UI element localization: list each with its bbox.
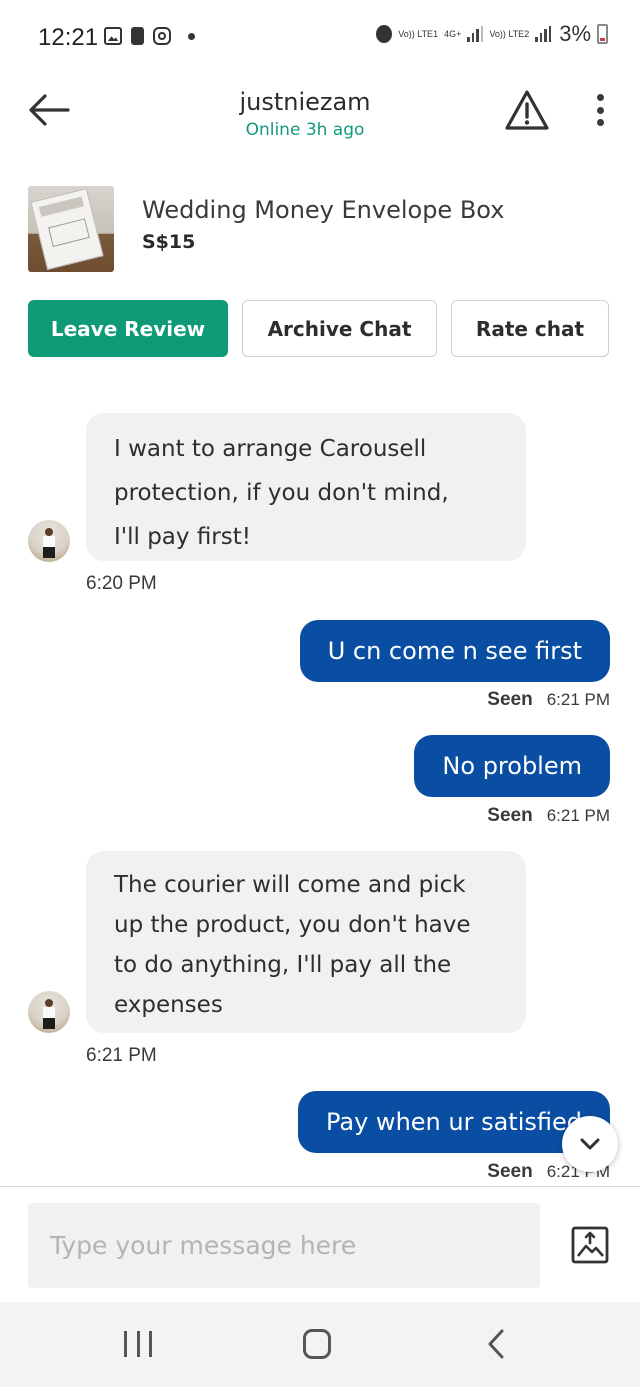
gallery-icon [104,27,122,45]
message-time: 6:21 PM [86,1045,157,1066]
battery-level: 3% [559,21,591,46]
chevron-down-icon [580,1138,600,1150]
signal-icon [535,26,552,42]
sim1-label: Vo)) LTE1 [398,28,439,39]
report-button[interactable] [504,88,550,132]
message-composer [0,1186,640,1302]
avatar[interactable] [28,520,70,562]
incoming-message[interactable]: The courier will come and pick up the pr… [86,851,526,1033]
signal-icon [467,26,484,42]
product-name: Wedding Money Envelope Box [142,196,505,224]
product-card[interactable]: Wedding Money Envelope Box S$15 [28,186,618,274]
message-line: protection, if you don't mind, [114,480,449,506]
seen-label: Seen [487,689,533,710]
incoming-message[interactable]: I want to arrange Carousell protection, … [86,413,526,561]
read-receipt: Seen 6:21 PM [487,689,610,711]
status-time: 12:21 [38,24,99,51]
alarm-icon [376,25,393,43]
seen-label: Seen [487,805,533,826]
chat-header: justniezam Online 3h ago [0,80,640,144]
instagram-icon [153,27,171,45]
product-price: S$15 [142,231,196,253]
product-image[interactable] [28,186,114,272]
system-back-button[interactable] [484,1328,508,1360]
sim2-label: Vo)) LTE2 [489,28,530,39]
avatar[interactable] [28,991,70,1033]
image-upload-icon [571,1226,609,1264]
sim-card-icon [131,27,144,45]
rate-chat-button[interactable]: Rate chat [451,300,609,357]
message-time: 6:20 PM [86,573,157,594]
battery-icon [597,24,608,44]
system-icons: Vo)) LTE1 4G+ Vo)) LTE2 3% [376,21,608,46]
seen-label: Seen [487,1161,533,1182]
more-vertical-icon [596,94,604,101]
warning-triangle-icon [505,90,549,130]
chevron-left-icon [488,1329,504,1359]
more-notifications-icon [188,32,195,40]
scroll-to-bottom-button[interactable] [562,1116,618,1172]
message-line: to do anything, I'll pay all the [114,952,452,978]
message-input[interactable] [28,1203,540,1288]
message-line: expenses [114,992,223,1018]
outgoing-message[interactable]: U cn come n see first [299,620,610,682]
read-receipt: Seen 6:21 PM [487,805,610,827]
home-button[interactable] [303,1329,331,1359]
message-line: I want to arrange Carousell [114,436,427,462]
more-options-button[interactable] [588,92,612,128]
system-navigation-bar [0,1302,640,1387]
message-line: up the product, you don't have [114,912,471,938]
message-list[interactable]: I want to arrange Carousell protection, … [0,380,640,1186]
message-time: 6:21 PM [546,690,610,709]
status-bar: 12:21 Vo)) LTE1 4G+ Vo)) LTE2 3% [0,0,640,76]
message-line: I'll pay first! [114,524,251,550]
outgoing-message[interactable]: No problem [414,735,610,797]
notification-icons [104,27,195,45]
recent-apps-button[interactable] [124,1331,152,1357]
leave-review-button[interactable]: Leave Review [28,300,228,357]
message-time: 6:21 PM [546,806,610,825]
archive-chat-button[interactable]: Archive Chat [242,300,437,357]
attach-image-button[interactable] [570,1225,610,1265]
chat-actions: Leave Review Archive Chat Rate chat [28,300,610,358]
network-type: 4G+ [444,28,462,39]
message-line: The courier will come and pick [114,872,466,898]
